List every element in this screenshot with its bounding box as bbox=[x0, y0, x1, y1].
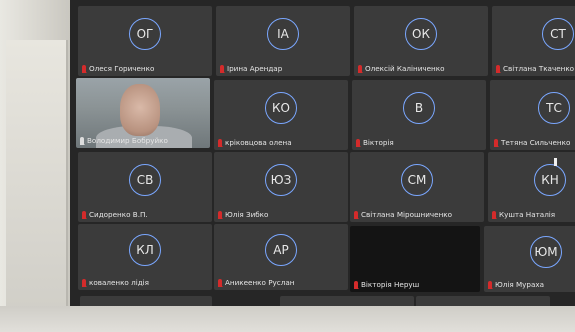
mic-muted-icon bbox=[488, 280, 493, 289]
participant-tile[interactable]: СТ Світлана Ткаченко bbox=[492, 6, 575, 76]
participant-tile[interactable]: ІА Ірина Арендар bbox=[216, 6, 350, 76]
participant-tile[interactable]: Вікторія Неруш bbox=[350, 226, 480, 292]
participant-name: Світлана Мірошниченко bbox=[361, 210, 453, 219]
participant-label: Ірина Арендар bbox=[220, 64, 346, 73]
mic-muted-icon bbox=[354, 280, 359, 289]
avatar: ТС bbox=[538, 92, 570, 124]
participant-name: Володимир Бобруйко bbox=[87, 136, 168, 145]
participant-name: Юлія Мурaха bbox=[495, 280, 545, 289]
participant-tile[interactable]: ЮЗ Юлія Зибко bbox=[214, 152, 348, 222]
participant-tile[interactable]: ЮМ Юлія Мурaха bbox=[484, 226, 575, 292]
video-person-face bbox=[120, 84, 160, 136]
avatar: КЛ bbox=[129, 234, 161, 267]
avatar: КО bbox=[265, 92, 297, 124]
participant-tile[interactable]: АР Аникеенко Руслан bbox=[214, 224, 348, 290]
mic-muted-icon bbox=[494, 138, 499, 147]
participant-label: коваленко лідія bbox=[82, 278, 208, 287]
mic-muted-icon bbox=[220, 64, 225, 73]
participant-tile[interactable]: КС bbox=[280, 296, 414, 306]
mic-on-icon bbox=[80, 136, 85, 145]
background-ledge bbox=[6, 40, 68, 330]
mic-muted-icon bbox=[82, 210, 87, 219]
participant-label: Вікторія bbox=[356, 138, 482, 147]
participant-name: Аникеенко Руслан bbox=[225, 278, 295, 287]
participant-label: Юлія Зибко bbox=[218, 210, 344, 219]
participant-tile[interactable]: ОК Олексій Каліниченко bbox=[354, 6, 488, 76]
participant-label: Світлана Мірошниченко bbox=[354, 210, 480, 219]
participant-name: Світлана Ткаченко bbox=[503, 64, 575, 73]
avatar: ЮЗ bbox=[265, 164, 297, 196]
participant-label: кріковцова олена bbox=[218, 138, 344, 147]
avatar: СТ bbox=[542, 18, 574, 50]
participant-tile[interactable]: КО кріковцова олена bbox=[214, 80, 348, 150]
participant-name: Олексій Каліниченко bbox=[365, 64, 445, 73]
participant-tile[interactable] bbox=[80, 296, 212, 306]
participant-name: Тетяна Сильченко bbox=[501, 138, 571, 147]
mic-muted-icon bbox=[82, 64, 87, 73]
participant-name: Вікторія Неруш bbox=[361, 280, 420, 289]
participant-label: Олексій Каліниченко bbox=[358, 64, 484, 73]
participant-tile[interactable]: КЛ коваленко лідія bbox=[78, 224, 212, 290]
participant-label: Кушта Наталія bbox=[492, 210, 575, 219]
avatar: КН bbox=[534, 164, 566, 196]
avatar: ОГ bbox=[129, 18, 161, 50]
mic-muted-icon bbox=[218, 138, 223, 147]
participant-name: коваленко лідія bbox=[89, 278, 149, 287]
participant-label: Володимир Бобруйко bbox=[80, 136, 206, 145]
participant-name: кріковцова олена bbox=[225, 138, 292, 147]
background-desk bbox=[0, 306, 575, 332]
speaking-indicator bbox=[554, 158, 557, 166]
video-grid: ОГ Олеся Гориченко ІА Ірина Арендар ОК О… bbox=[70, 0, 575, 306]
participant-tile[interactable]: КН Кушта Наталія bbox=[488, 152, 575, 222]
participant-name: Олеся Гориченко bbox=[89, 64, 155, 73]
mic-muted-icon bbox=[218, 278, 223, 287]
participant-name: Ірина Арендар bbox=[227, 64, 283, 73]
participant-label: Світлана Ткаченко bbox=[496, 64, 575, 73]
participant-name: Кушта Наталія bbox=[499, 210, 556, 219]
mic-muted-icon bbox=[358, 64, 363, 73]
participant-label: Тетяна Сильченко bbox=[494, 138, 575, 147]
participant-tile[interactable]: СМ Світлана Мірошниченко bbox=[350, 152, 484, 222]
participant-tile[interactable]: С bbox=[416, 296, 550, 306]
avatar: ЮМ bbox=[530, 236, 562, 269]
participant-label: Вікторія Неруш bbox=[354, 280, 476, 289]
mic-muted-icon bbox=[492, 210, 497, 219]
participant-tile[interactable]: ТС Тетяна Сильченко bbox=[490, 80, 575, 150]
mic-muted-icon bbox=[218, 210, 223, 219]
background-wall bbox=[0, 0, 72, 332]
avatar: СВ bbox=[129, 164, 161, 196]
participant-tile[interactable]: ОГ Олеся Гориченко bbox=[78, 6, 212, 76]
participant-label: Олеся Гориченко bbox=[82, 64, 208, 73]
participant-label: Аникеенко Руслан bbox=[218, 278, 344, 287]
avatar: ІА bbox=[267, 18, 299, 50]
avatar: В bbox=[403, 92, 435, 124]
participant-label: Сидоренко В.П. bbox=[82, 210, 208, 219]
avatar: АР bbox=[265, 234, 297, 267]
mic-muted-icon bbox=[82, 278, 87, 287]
participant-tile[interactable]: СВ Сидоренко В.П. bbox=[78, 152, 212, 222]
avatar: СМ bbox=[401, 164, 433, 196]
participant-video-tile[interactable]: Володимир Бобруйко bbox=[76, 78, 210, 148]
participant-name: Юлія Зибко bbox=[225, 210, 269, 219]
participant-name: Сидоренко В.П. bbox=[89, 210, 148, 219]
participant-tile[interactable]: В Вікторія bbox=[352, 80, 486, 150]
avatar: ОК bbox=[405, 18, 437, 50]
mic-muted-icon bbox=[496, 64, 501, 73]
participant-name: Вікторія bbox=[363, 138, 394, 147]
mic-muted-icon bbox=[354, 210, 359, 219]
mic-muted-icon bbox=[356, 138, 361, 147]
participant-label: Юлія Мурaха bbox=[488, 280, 575, 289]
